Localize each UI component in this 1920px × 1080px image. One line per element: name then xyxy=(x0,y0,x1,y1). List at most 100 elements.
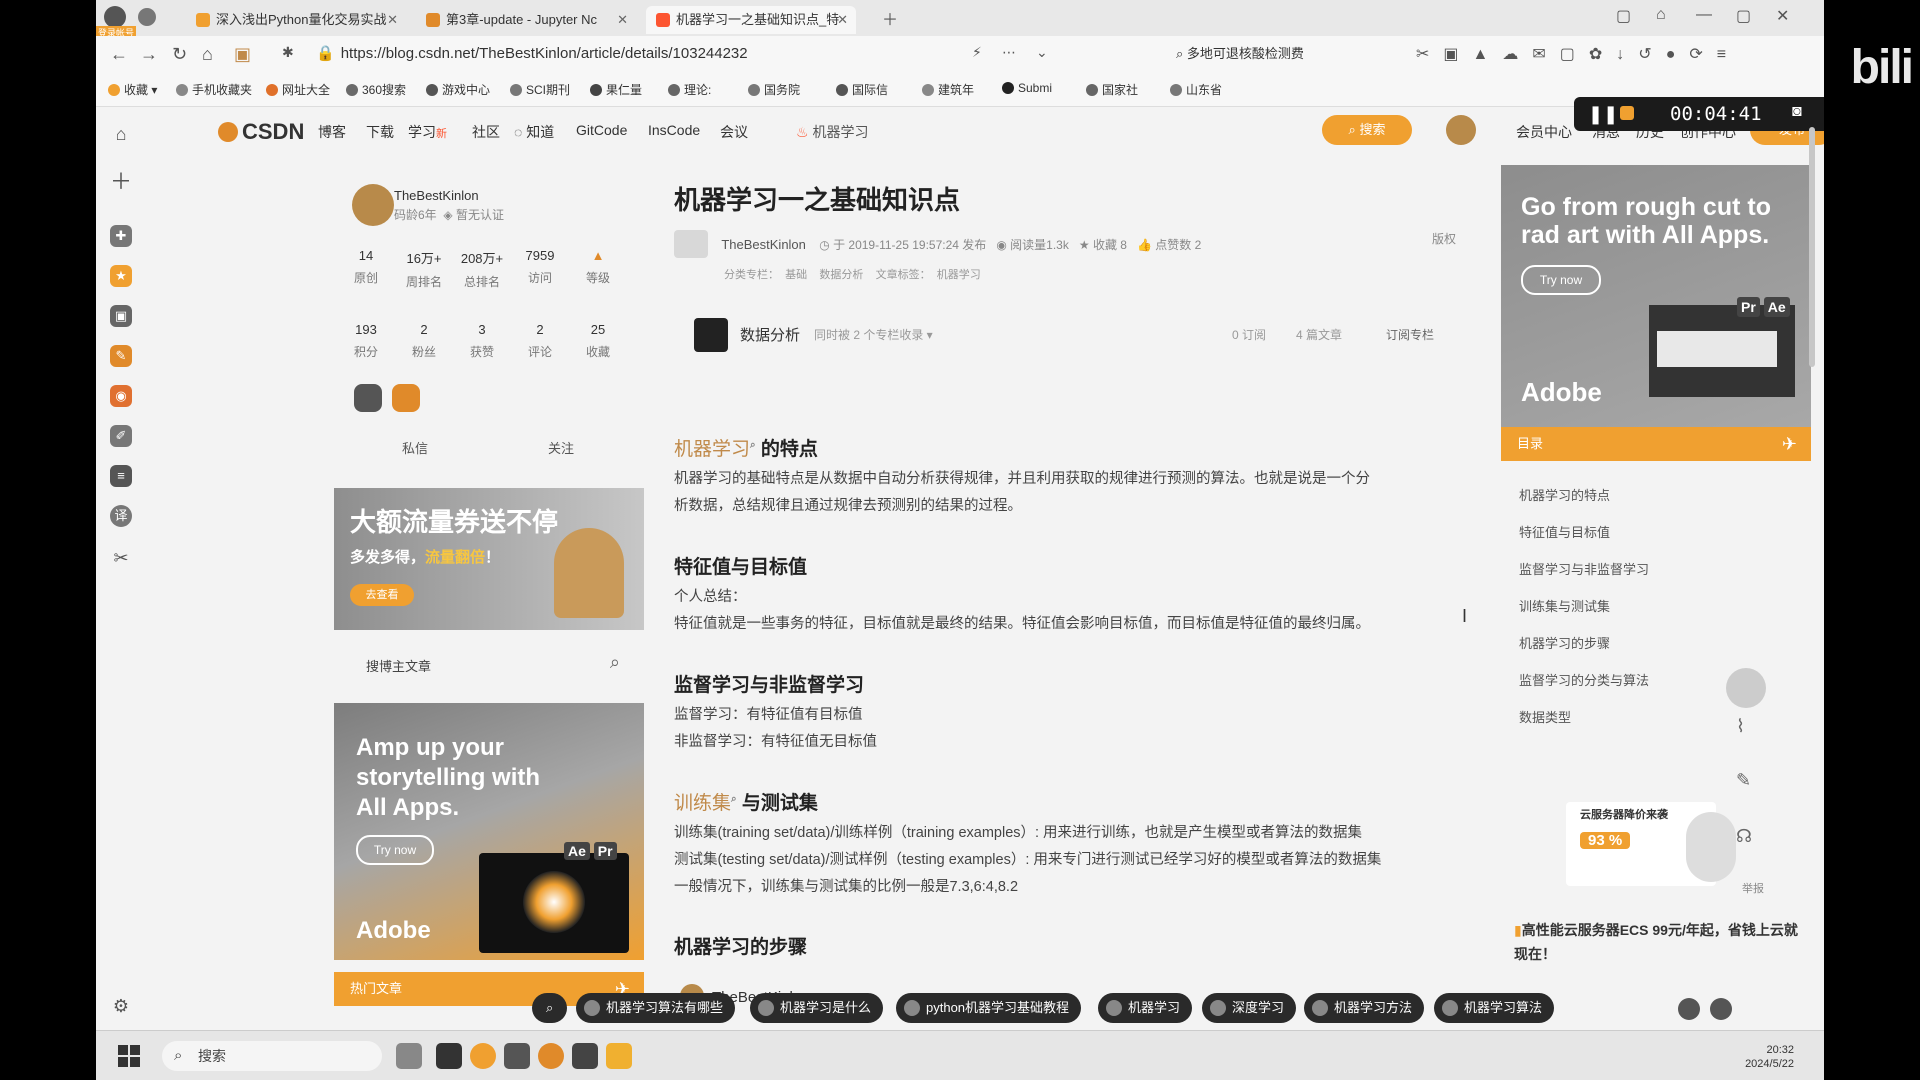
nav-gitcode[interactable]: GitCode xyxy=(576,122,627,138)
assistant-avatar[interactable] xyxy=(1726,668,1766,708)
try-now-button[interactable]: Try now xyxy=(356,835,434,865)
close-window-icon[interactable]: ✕ xyxy=(1776,6,1789,26)
stat-total-rank[interactable]: 208万+ 总排名 xyxy=(452,248,512,290)
toc-item[interactable]: 数据类型 xyxy=(1519,707,1571,726)
nav-blog[interactable]: 博客 xyxy=(318,122,346,142)
stat-visits[interactable]: 7959 访问 xyxy=(510,248,570,286)
toc-item[interactable]: 监督学习的分类与算法 xyxy=(1519,670,1649,689)
nav-zhidao[interactable]: ◌ 知道 xyxy=(514,122,554,142)
chevron-down-icon[interactable]: ⌄ xyxy=(1036,44,1048,61)
ad-cta-button[interactable]: 去查看 xyxy=(350,584,414,606)
taskbar-clock[interactable]: 20:32 2024/5/22 xyxy=(1745,1043,1794,1071)
article-tag[interactable]: 机器学习 xyxy=(937,269,981,281)
category-tag[interactable]: 基础 xyxy=(785,269,807,281)
chart-icon[interactable]: ⌇ xyxy=(1736,716,1745,737)
related-search-chip[interactable]: 机器学习算法 xyxy=(1434,993,1555,1023)
more-icon[interactable]: ⋯ xyxy=(1002,44,1016,61)
bookmark-item[interactable]: 手机收藏夹 xyxy=(176,81,252,98)
bookmark-item[interactable]: 游戏中心 xyxy=(426,81,490,98)
bookmark-item[interactable]: Submi xyxy=(1002,81,1052,95)
related-search-chip[interactable]: python机器学习基础教程 xyxy=(896,993,1082,1023)
extension-icon[interactable]: ▣ xyxy=(234,44,251,65)
notes-icon[interactable]: ≡ xyxy=(110,465,132,487)
category-tag[interactable]: 数据分析 xyxy=(819,269,863,281)
tab-list-icon[interactable]: ▢ xyxy=(1616,6,1631,26)
chip-nav-dots[interactable] xyxy=(1678,998,1742,1025)
minimize-icon[interactable]: — xyxy=(1696,6,1712,24)
follow-button[interactable]: 关注 xyxy=(548,438,574,457)
traffic-coupon-ad[interactable]: 大额流量券送不停 多发多得，流量翻倍！ 去查看 xyxy=(334,488,644,630)
close-icon[interactable]: ✕ xyxy=(837,6,848,34)
favorites-icon[interactable]: ★ xyxy=(110,265,132,287)
home-icon[interactable]: ⌂ xyxy=(110,123,132,145)
bookmark-item[interactable]: 山东省 xyxy=(1170,81,1222,98)
add-icon[interactable]: ＋ xyxy=(110,171,132,193)
star-outline-icon[interactable]: ✱ xyxy=(282,44,294,61)
url-field[interactable]: 🔒 https://blog.csdn.net/TheBestKinlon/art… xyxy=(316,42,1076,66)
toolbar-icons[interactable]: ✂▣▲☁✉▢✿↓↺●⟳≡ xyxy=(1416,44,1740,64)
nav-inscode[interactable]: InsCode xyxy=(648,122,700,138)
stat-likes[interactable]: 3 获赞 xyxy=(452,322,512,360)
keyword-link[interactable]: 机器学习 xyxy=(674,439,750,460)
csdn-logo[interactable]: CSDN xyxy=(218,119,304,145)
reload-icon[interactable]: ↻ xyxy=(172,44,187,65)
mail-icon[interactable] xyxy=(504,1043,530,1069)
translate-icon[interactable]: 译 xyxy=(110,505,132,527)
bookmark-item[interactable]: 国家社 xyxy=(1086,81,1138,98)
author-name[interactable]: TheBestKinlon xyxy=(394,188,479,203)
settings-icon[interactable]: ⚙ xyxy=(110,995,132,1017)
keyword-link[interactable]: 训练集 xyxy=(674,793,731,814)
edit-icon[interactable]: ✐ xyxy=(110,425,132,447)
cloud-promo-ad[interactable]: 云服务器降价来袭 93 % xyxy=(1566,792,1746,892)
stat-favorites[interactable]: 25 收藏 xyxy=(568,322,628,360)
scissors-icon[interactable]: ✂ xyxy=(110,547,132,569)
thumbs-up-icon[interactable]: 👍 xyxy=(1137,238,1152,252)
close-icon[interactable]: ✕ xyxy=(387,6,398,34)
bookmark-item[interactable]: 果仁量 xyxy=(590,81,642,98)
chip-search-icon[interactable]: ⌕ xyxy=(532,993,568,1023)
nav-download[interactable]: 下载 xyxy=(366,122,394,142)
toc-item[interactable]: 监督学习与非监督学习 xyxy=(1519,559,1649,578)
nav-learn[interactable]: 学习新 xyxy=(408,122,447,142)
folder-icon[interactable] xyxy=(606,1043,632,1069)
bookmark-item[interactable]: 网址大全 xyxy=(266,81,330,98)
game-icon[interactable]: ✚ xyxy=(110,225,132,247)
adobe-ad-right[interactable]: Go from rough cut to rad art with All Ap… xyxy=(1501,165,1811,427)
terminal-icon[interactable] xyxy=(572,1043,598,1069)
page-scrollbar[interactable] xyxy=(1806,107,1818,1027)
tab-jupyter[interactable]: 第3章-update - Jupyter Nc ✕ xyxy=(416,6,636,34)
related-search-chip[interactable]: 机器学习算法有哪些 xyxy=(576,993,736,1023)
start-icon[interactable] xyxy=(118,1045,140,1067)
star-icon[interactable]: ★ xyxy=(1079,238,1090,252)
widget-icon[interactable] xyxy=(396,1043,422,1069)
adobe-ad-left[interactable]: Amp up your storytelling with All Apps. … xyxy=(334,703,644,960)
article-author[interactable]: TheBestKinlon xyxy=(721,237,806,252)
address-search-hint[interactable]: ⌕ 多地可退核酸检测费 xyxy=(1176,42,1304,66)
private-message-button[interactable]: 私信 xyxy=(402,438,428,457)
close-icon[interactable]: ✕ xyxy=(617,6,628,34)
edge-icon[interactable] xyxy=(538,1043,564,1069)
nav-community[interactable]: 社区 xyxy=(472,122,500,142)
bookmark-item[interactable]: 收藏 ▾ xyxy=(108,81,157,98)
bookmark-item[interactable]: 建筑年 xyxy=(922,81,974,98)
related-search-chip[interactable]: 机器学习是什么 xyxy=(750,993,884,1023)
nav-meeting[interactable]: 会议 xyxy=(720,122,748,142)
browser-avatar-icon[interactable] xyxy=(104,6,126,28)
task-view-icon[interactable] xyxy=(436,1043,462,1069)
bookmark-item[interactable]: 国务院 xyxy=(748,81,800,98)
pin-icon[interactable]: ⌂ xyxy=(1656,6,1666,24)
stat-original[interactable]: 14 原创 xyxy=(336,248,396,286)
pause-icon[interactable]: ❚❚ xyxy=(1588,104,1618,125)
badge-icon[interactable] xyxy=(354,384,382,412)
ecs-promo-text[interactable]: ▮高性能云服务器ECS 99元/年起，省钱上云就现在！ xyxy=(1514,918,1804,966)
bookmark-item[interactable]: SCI期刊 xyxy=(510,81,570,98)
maximize-icon[interactable]: ▢ xyxy=(1736,6,1751,26)
shop-icon[interactable]: ◉ xyxy=(110,385,132,407)
headset-icon[interactable]: ☊ xyxy=(1736,826,1752,847)
tab-csdn-article[interactable]: 机器学习一之基础知识点_特 ✕ xyxy=(646,6,856,34)
toc-item[interactable]: 机器学习的步骤 xyxy=(1519,633,1610,652)
author-avatar[interactable] xyxy=(352,184,394,226)
hot-search-input[interactable]: ♨ 机器学习 xyxy=(796,122,868,142)
stop-icon[interactable] xyxy=(1620,106,1634,120)
stat-points[interactable]: 193 积分 xyxy=(336,322,396,360)
